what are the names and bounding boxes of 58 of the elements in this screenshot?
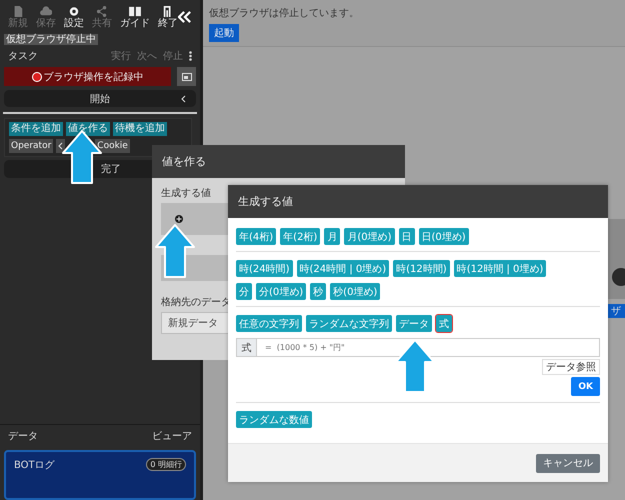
section-title: データ bbox=[8, 430, 38, 443]
action-button[interactable]: Cookie bbox=[95, 139, 130, 153]
status-badge: 仮想ブラウザ停止中 bbox=[4, 34, 98, 45]
value-button[interactable]: 年(4桁) bbox=[236, 228, 276, 245]
record-button[interactable]: ブラウザ操作を記録中 bbox=[4, 67, 171, 86]
screenshot-button[interactable] bbox=[177, 67, 196, 86]
value-button[interactable]: データ bbox=[396, 315, 432, 332]
action-button[interactable] bbox=[56, 139, 66, 153]
log-panel[interactable]: BOTログ 0 明細行 bbox=[4, 450, 196, 500]
log-title: BOTログ bbox=[14, 459, 55, 472]
more-icon[interactable] bbox=[189, 51, 192, 61]
count-badge: 0 明細行 bbox=[146, 458, 186, 471]
cloud-icon bbox=[40, 6, 52, 16]
status-message: 仮想ブラウザは停止しています。 bbox=[209, 6, 359, 20]
viewer-link[interactable]: ビューア bbox=[152, 429, 192, 443]
cancel-button[interactable]: キャンセル bbox=[536, 454, 600, 472]
toolbar-button[interactable]: ガイド bbox=[120, 6, 150, 28]
value-button[interactable]: 任意の文字列 bbox=[236, 315, 302, 332]
data-reference-button[interactable]: データ参照 bbox=[542, 359, 600, 375]
value-button[interactable]: 月 bbox=[324, 228, 340, 245]
file-icon bbox=[12, 6, 24, 16]
value-button[interactable]: 日 bbox=[398, 228, 415, 245]
value-button[interactable]: 年(2桁) bbox=[280, 228, 320, 245]
share-icon bbox=[96, 6, 108, 16]
value-button[interactable]: 秒(0埋め) bbox=[330, 283, 380, 300]
value-button[interactable]: 月(0埋め) bbox=[344, 228, 395, 245]
caret-icon bbox=[58, 142, 64, 150]
field-label: 生成する値 bbox=[161, 186, 212, 200]
value-button[interactable]: 時(12時間) bbox=[393, 260, 450, 277]
image-icon bbox=[182, 72, 192, 80]
value-button[interactable]: 時(24時間) bbox=[236, 260, 293, 277]
background-button[interactable]: ザ bbox=[608, 304, 625, 318]
field-prefix: 式 bbox=[236, 338, 257, 357]
start-button[interactable]: 起動 bbox=[209, 24, 239, 42]
value-button[interactable]: 分 bbox=[236, 283, 252, 300]
section-title: タスク bbox=[8, 50, 38, 63]
collapse-icon[interactable] bbox=[178, 11, 192, 23]
value-button[interactable]: ランダムな数値 bbox=[236, 411, 312, 428]
start-step[interactable]: 開始 bbox=[4, 90, 196, 107]
dialog-title: 生成する値 bbox=[238, 194, 293, 209]
settings-icon bbox=[68, 6, 80, 16]
toolbar-button[interactable]: 終了 bbox=[158, 6, 178, 28]
toolbar-button[interactable]: 設定 bbox=[64, 6, 84, 28]
chevron-icon bbox=[181, 94, 186, 102]
action-button[interactable]: 待機を追加 bbox=[113, 122, 167, 136]
ok-button[interactable]: OK bbox=[571, 377, 600, 396]
value-button[interactable]: 時(12時間 | 0埋め) bbox=[454, 260, 546, 277]
value-button[interactable]: 秒 bbox=[310, 283, 326, 300]
book-icon bbox=[129, 6, 141, 16]
action-button[interactable]: Operator bbox=[9, 139, 54, 153]
value-button[interactable]: 時(24時間 | 0埋め) bbox=[296, 260, 390, 277]
formula-field[interactable]: = (1000 * 5) + "円" bbox=[257, 338, 600, 357]
action-button[interactable]: 条件を追加 bbox=[9, 122, 63, 136]
value-button[interactable]: 日(0埋め) bbox=[418, 228, 469, 245]
value-button[interactable]: 分(0埋め) bbox=[256, 283, 306, 300]
value-button[interactable]: 式 bbox=[436, 315, 452, 332]
add-icon[interactable] bbox=[175, 215, 183, 223]
value-button[interactable]: ランダムな文字列 bbox=[306, 315, 392, 332]
